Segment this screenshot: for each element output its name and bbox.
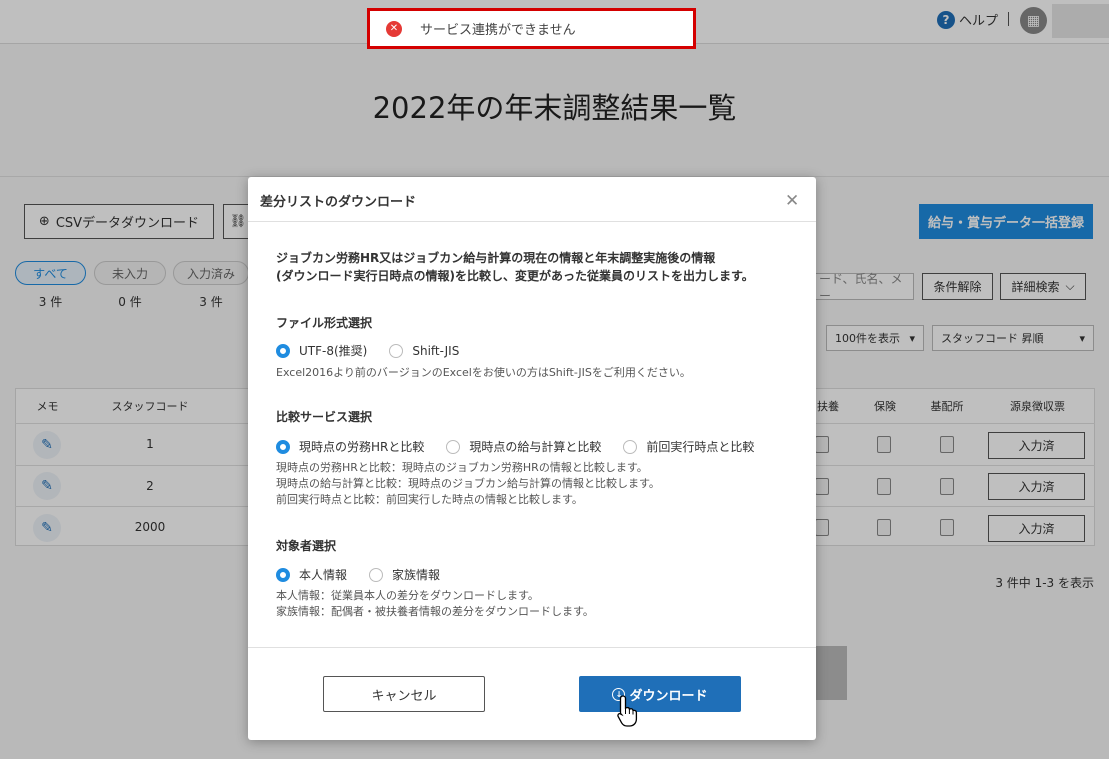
file-format-note: Excel2016より前のバージョンのExcelをお使いの方はShift-JIS…	[276, 366, 691, 379]
error-icon: ✕	[386, 20, 402, 37]
radio-compare-hr-label[interactable]: 現時点の労務HRと比較	[299, 438, 424, 455]
radio-self-info-label[interactable]: 本人情報	[299, 566, 347, 583]
radio-family-info-label[interactable]: 家族情報	[392, 566, 440, 583]
compare-service-label: 比較サービス選択	[276, 410, 373, 424]
download-button[interactable]: ↓ ダウンロード	[579, 676, 741, 712]
modal-footer-divider	[248, 647, 816, 648]
description-line: (ダウンロード実行日時点の情報)を比較し、変更があった従業員のリストを出力します…	[276, 269, 754, 283]
download-label: ダウンロード	[629, 688, 708, 704]
target-label: 対象者選択	[276, 539, 337, 553]
radio-compare-previous[interactable]	[623, 439, 638, 454]
radio-shift-jis-label[interactable]: Shift-JIS	[412, 344, 459, 358]
radio-compare-hr[interactable]	[276, 439, 290, 454]
file-format-options: UTF-8(推奨) Shift-JIS	[276, 342, 481, 359]
modal-title: 差分リストのダウンロード	[260, 195, 417, 210]
note-line: 現時点の給与計算と比較：現時点のジョブカン給与計算の情報と比較します。	[276, 477, 660, 490]
radio-family-info[interactable]	[369, 567, 384, 582]
hand-cursor-icon	[617, 695, 638, 727]
note-line: 前回実行時点と比較：前回実行した時点の情報と比較します。	[276, 493, 583, 506]
target-notes: 本人情報：従業員本人の差分をダウンロードします。 家族情報：配偶者・被扶養者情報…	[276, 588, 594, 620]
description-line: ジョブカン労務HR又はジョブカン給与計算の現在の情報と年末調整実施後の情報	[276, 251, 716, 265]
close-icon[interactable]: ✕	[785, 191, 799, 211]
radio-compare-payroll-label[interactable]: 現時点の給与計算と比較	[469, 438, 601, 455]
cancel-button[interactable]: キャンセル	[323, 676, 485, 712]
note-line: 現時点の労務HRと比較：現時点のジョブカン労務HRの情報と比較します。	[276, 461, 648, 474]
radio-compare-previous-label[interactable]: 前回実行時点と比較	[646, 438, 754, 455]
toast-message: サービス連携ができません	[420, 23, 576, 38]
radio-shift-jis[interactable]	[389, 343, 404, 358]
compare-service-notes: 現時点の労務HRと比較：現時点のジョブカン労務HRの情報と比較します。 現時点の…	[276, 460, 660, 508]
target-options: 本人情報 家族情報	[276, 566, 462, 583]
note-line: 家族情報：配偶者・被扶養者情報の差分をダウンロードします。	[276, 605, 594, 618]
note-line: 本人情報：従業員本人の差分をダウンロードします。	[276, 589, 539, 602]
radio-self-info[interactable]	[276, 567, 290, 582]
radio-utf8-label[interactable]: UTF-8(推奨)	[299, 342, 367, 359]
modal-description: ジョブカン労務HR又はジョブカン給与計算の現在の情報と年末調整実施後の情報 (ダ…	[276, 249, 754, 285]
modal-header: 差分リストのダウンロード ✕	[248, 177, 816, 222]
error-toast: ✕ サービス連携ができません	[367, 8, 696, 49]
file-format-label: ファイル形式選択	[276, 316, 373, 330]
radio-compare-payroll[interactable]	[446, 439, 461, 454]
radio-utf8[interactable]	[276, 343, 290, 358]
download-diff-modal: 差分リストのダウンロード ✕ ジョブカン労務HR又はジョブカン給与計算の現在の情…	[248, 177, 816, 740]
compare-service-options: 現時点の労務HRと比較 現時点の給与計算と比較 前回実行時点と比較	[276, 438, 776, 455]
